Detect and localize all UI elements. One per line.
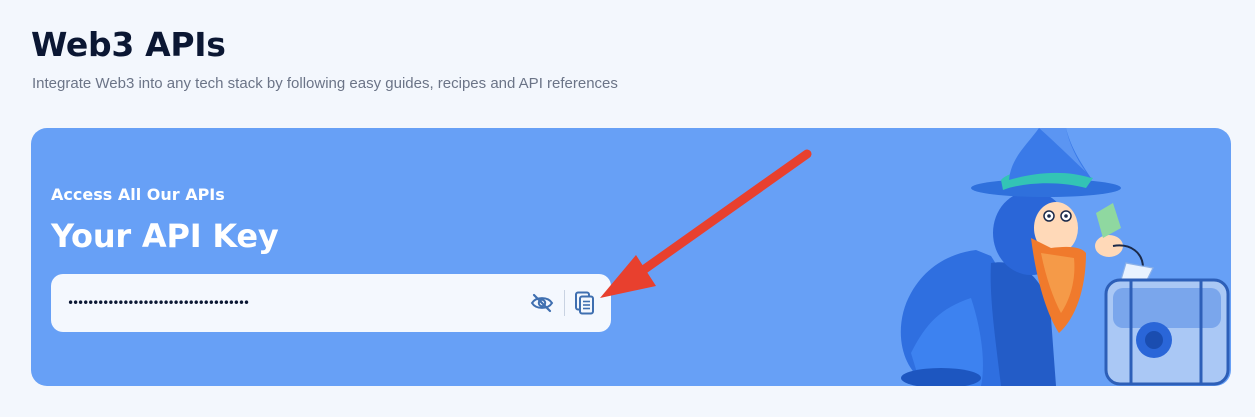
field-divider <box>564 290 565 316</box>
copy-icon <box>575 291 594 315</box>
api-key-field <box>51 274 611 332</box>
toggle-visibility-button[interactable] <box>529 290 555 316</box>
page-subtitle: Integrate Web3 into any tech stack by fo… <box>32 75 618 92</box>
api-key-card: Access All Our APIs Your API Key <box>31 128 1231 386</box>
card-title: Your API Key <box>51 217 279 255</box>
page-title: Web3 APIs <box>31 25 226 64</box>
api-key-input[interactable] <box>67 288 507 318</box>
card-eyebrow: Access All Our APIs <box>51 185 225 204</box>
copy-api-key-button[interactable] <box>571 289 597 317</box>
wizard-illustration <box>900 128 1230 386</box>
page: Web3 APIs Integrate Web3 into any tech s… <box>0 0 1255 417</box>
eye-off-icon <box>530 293 554 313</box>
